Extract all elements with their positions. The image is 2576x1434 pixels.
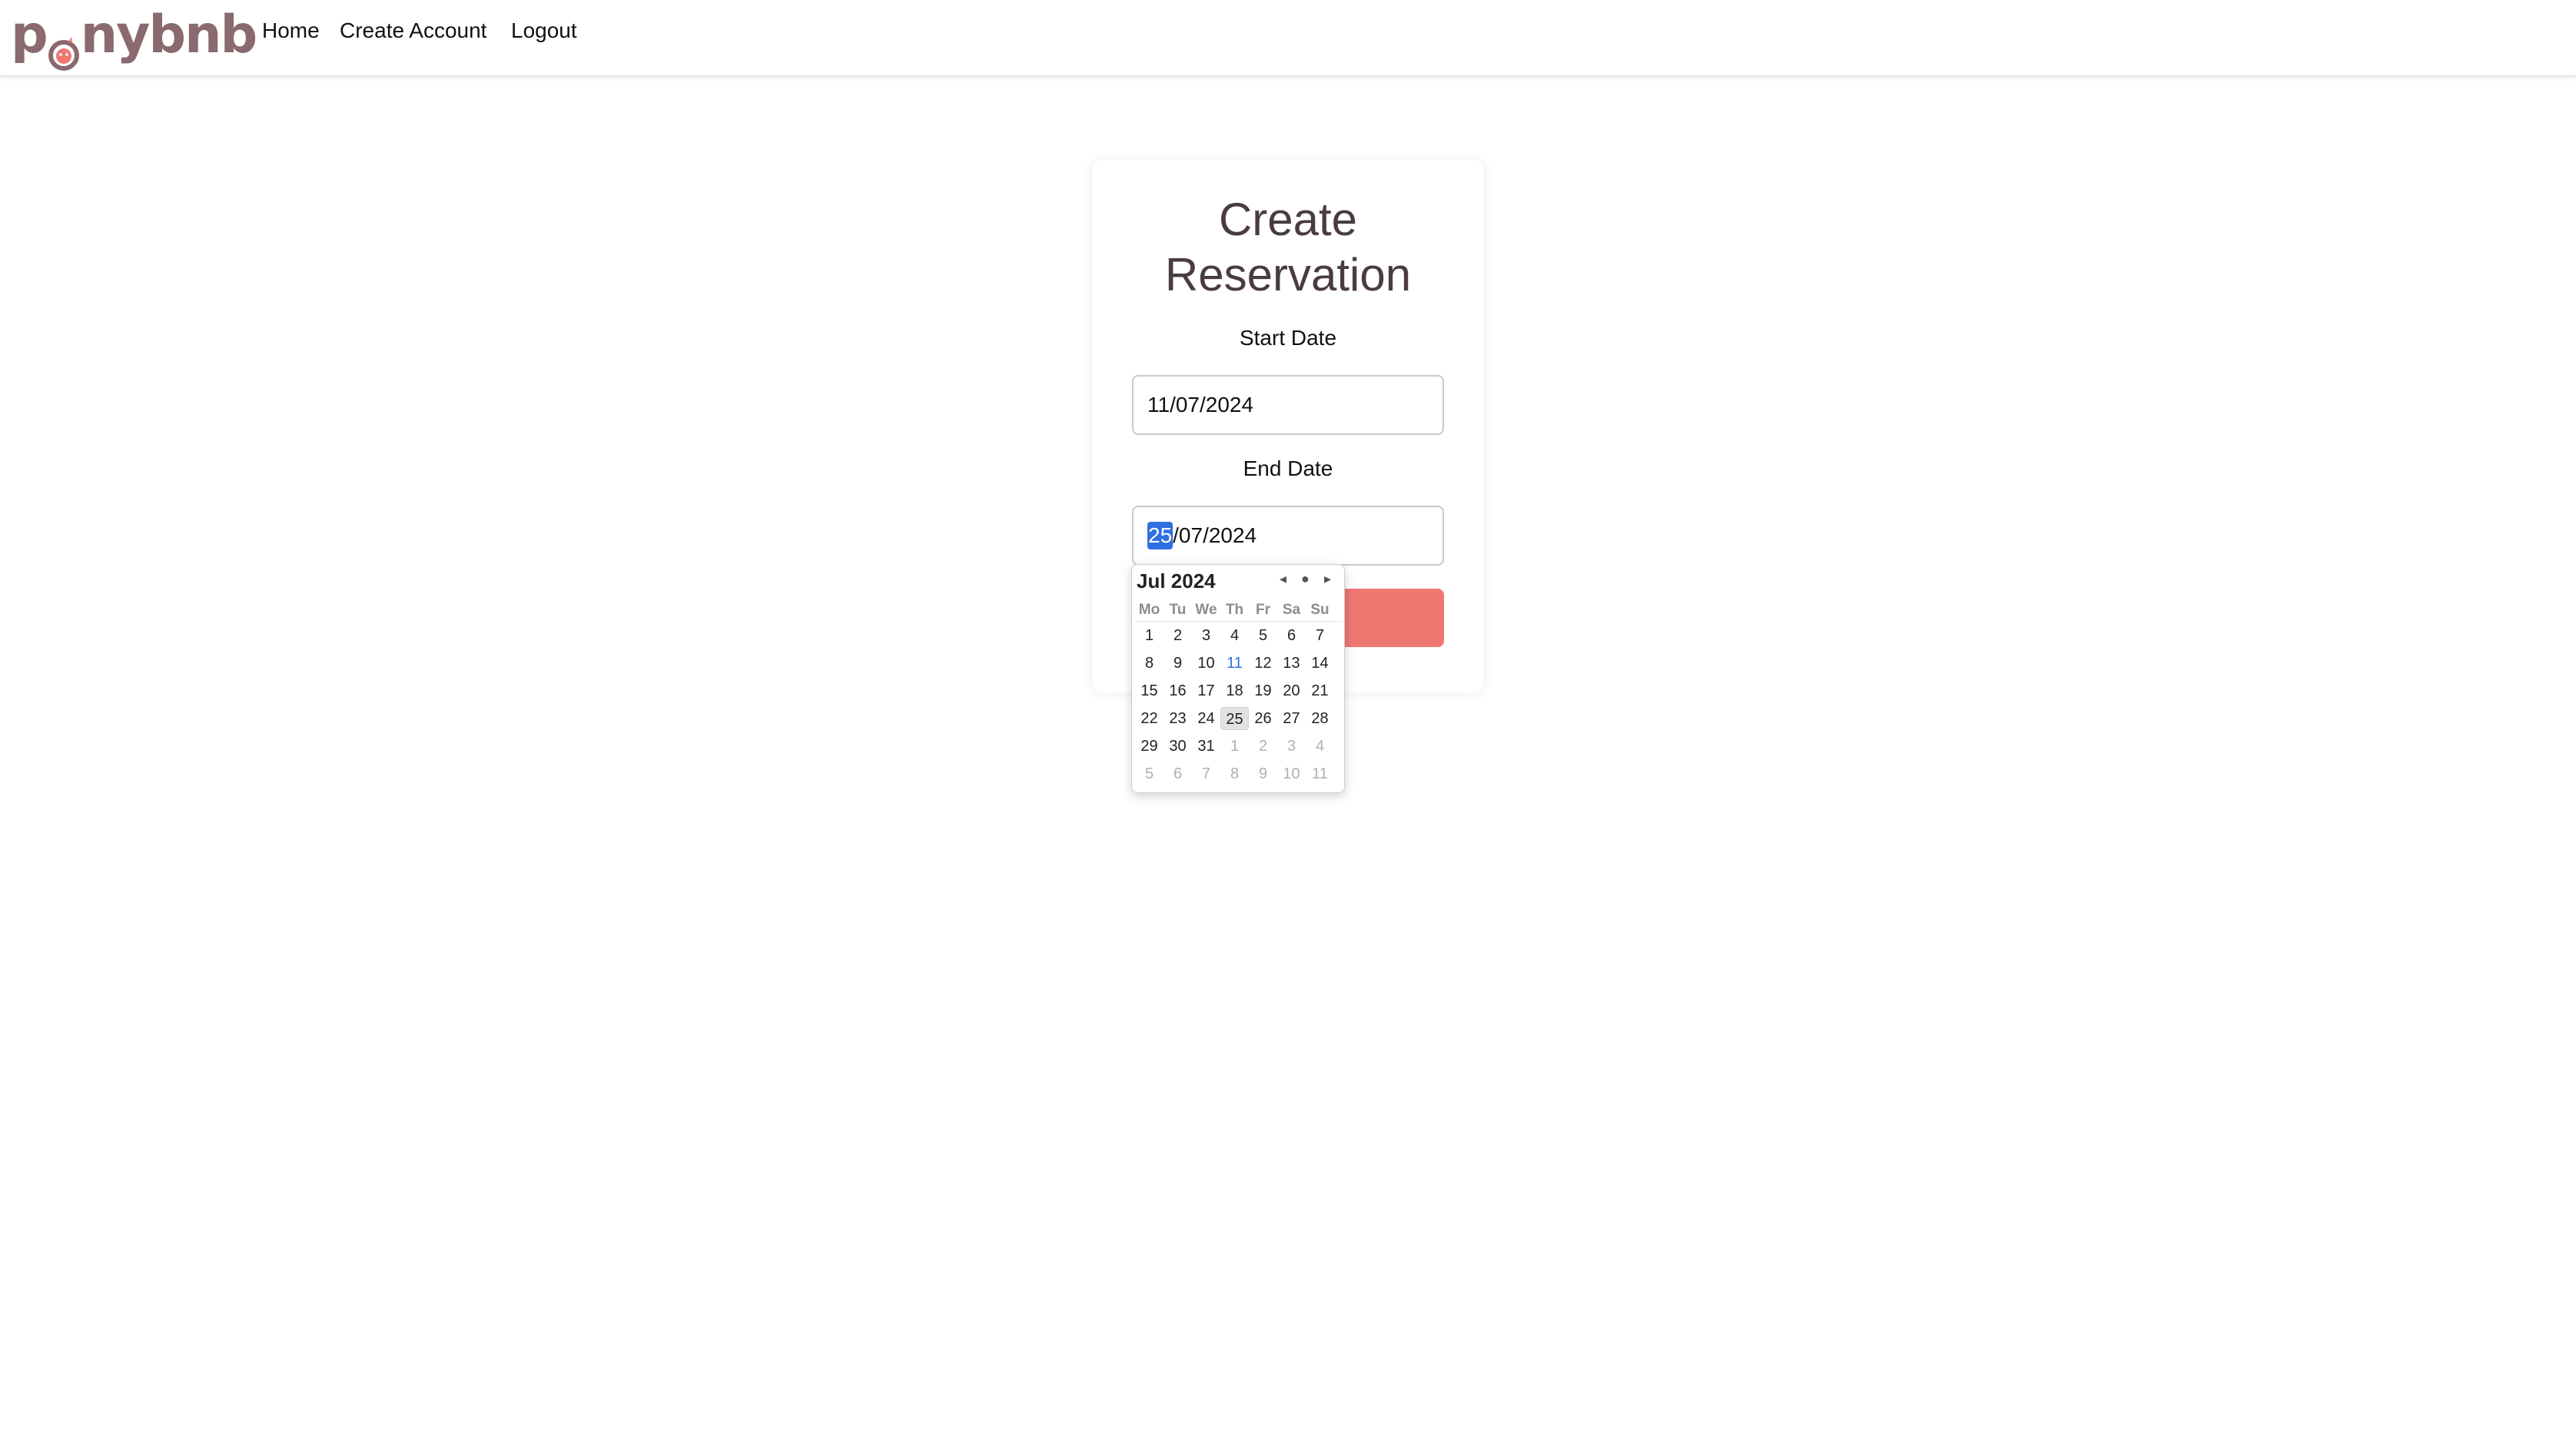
calendar-day[interactable]: 19 (1249, 679, 1277, 702)
nav-create-account-link[interactable]: Create Account (340, 18, 486, 43)
calendar-day-next-month[interactable]: 10 (1277, 762, 1306, 785)
weekday-label: Mo (1138, 601, 1160, 618)
title-line-1: Create (1218, 194, 1358, 245)
calendar-day-next-month[interactable]: 3 (1277, 735, 1306, 758)
calendar-day[interactable]: 18 (1220, 679, 1249, 702)
end-date-day-segment[interactable]: 25 (1147, 522, 1173, 549)
calendar-day[interactable]: 13 (1277, 652, 1306, 675)
calendar-day-next-month[interactable]: 2 (1249, 735, 1277, 758)
calendar-day-next-month[interactable]: 11 (1306, 762, 1334, 785)
start-date-label: Start Date (1239, 326, 1337, 350)
weekday-label: Fr (1256, 601, 1270, 618)
calendar-day-next-month[interactable]: 7 (1192, 762, 1220, 785)
calendar-week-row: 15 16 17 18 19 20 21 (1135, 677, 1343, 705)
title-line-2: Reservation (1164, 249, 1412, 300)
weekday-label: Tu (1169, 601, 1187, 618)
calendar-day[interactable]: 30 (1164, 735, 1192, 758)
calendar-week-row: 22 23 24 25 26 27 28 (1135, 705, 1343, 732)
page-title: Create Reservation (1092, 192, 1484, 303)
calendar-day[interactable]: 16 (1164, 679, 1192, 702)
calendar-day[interactable]: 29 (1135, 735, 1164, 758)
nav-home-link[interactable]: Home (262, 18, 320, 43)
prev-month-icon[interactable]: ◂ (1280, 571, 1286, 587)
calendar-day[interactable]: 8 (1135, 652, 1164, 675)
calendar-day[interactable]: 27 (1277, 707, 1306, 730)
weekday-label: Th (1225, 601, 1244, 618)
end-date-rest: /07/2024 (1173, 523, 1257, 547)
calendar-day[interactable]: 7 (1306, 624, 1334, 647)
next-month-icon[interactable]: ▸ (1324, 571, 1331, 587)
weekday-label: We (1195, 601, 1217, 618)
weekday-header-row: Mo Tu We Th Fr Sa Su (1135, 599, 1343, 622)
calendar-day[interactable]: 23 (1164, 707, 1192, 730)
calendar-day[interactable]: 9 (1164, 652, 1192, 675)
calendar-grid: Mo Tu We Th Fr Sa Su 1 2 3 4 5 6 7 8 9 1… (1135, 599, 1343, 788)
calendar-day[interactable]: 24 (1192, 707, 1220, 730)
pony-head-icon (48, 23, 79, 71)
calendar-day[interactable]: 4 (1220, 624, 1249, 647)
start-date-value: 11/07/2024 (1147, 393, 1254, 417)
calendar-day-next-month[interactable]: 6 (1164, 762, 1192, 785)
date-picker-popup[interactable]: Jul 2024 ◂ ● ▸ Mo Tu We Th Fr Sa Su 1 2 … (1131, 564, 1345, 793)
calendar-day[interactable]: 6 (1277, 624, 1306, 647)
calendar-day[interactable]: 5 (1249, 624, 1277, 647)
weekday-label: Sa (1282, 601, 1301, 618)
top-navbar: p nybnb Home Create Account Logout (0, 0, 2576, 77)
calendar-week-row: 1 2 3 4 5 6 7 (1135, 622, 1343, 649)
logo-text-right: nybnb (80, 4, 257, 65)
calendar-week-row: 8 9 10 11 12 13 14 (1135, 649, 1343, 677)
calendar-day[interactable]: 17 (1192, 679, 1220, 702)
calendar-day-selected[interactable]: 25 (1220, 707, 1249, 730)
start-date-input[interactable]: 11/07/2024 (1132, 375, 1444, 435)
calendar-day[interactable]: 20 (1277, 679, 1306, 702)
calendar-day[interactable]: 15 (1135, 679, 1164, 702)
calendar-day[interactable]: 22 (1135, 707, 1164, 730)
logo-text-left: p (11, 4, 48, 65)
calendar-day-next-month[interactable]: 4 (1306, 735, 1334, 758)
nav-logout-link[interactable]: Logout (511, 18, 577, 43)
calendar-day[interactable]: 21 (1306, 679, 1334, 702)
calendar-day-next-month[interactable]: 5 (1135, 762, 1164, 785)
calendar-day[interactable]: 12 (1249, 652, 1277, 675)
ponybnb-logo[interactable]: p nybnb (11, 0, 257, 71)
calendar-day[interactable]: 14 (1306, 652, 1334, 675)
calendar-day[interactable]: 26 (1249, 707, 1277, 730)
end-date-label: End Date (1243, 456, 1333, 480)
calendar-day-next-month[interactable]: 9 (1249, 762, 1277, 785)
calendar-day[interactable]: 31 (1192, 735, 1220, 758)
calendar-day[interactable]: 2 (1164, 624, 1192, 647)
calendar-day-next-month[interactable]: 8 (1220, 762, 1249, 785)
picker-month-label: Jul 2024 (1137, 569, 1216, 593)
calendar-day[interactable]: 3 (1192, 624, 1220, 647)
end-date-input[interactable]: 25 /07/2024 (1132, 506, 1444, 566)
weekday-label: Su (1310, 601, 1329, 618)
calendar-day[interactable]: 10 (1192, 652, 1220, 675)
calendar-day-today[interactable]: 11 (1220, 652, 1249, 675)
today-dot-icon[interactable]: ● (1301, 571, 1310, 587)
calendar-day-next-month[interactable]: 1 (1220, 735, 1249, 758)
calendar-week-row: 29 30 31 1 2 3 4 (1135, 732, 1343, 760)
calendar-week-row: 5 6 7 8 9 10 11 (1135, 760, 1343, 788)
calendar-day[interactable]: 28 (1306, 707, 1334, 730)
calendar-day[interactable]: 1 (1135, 624, 1164, 647)
